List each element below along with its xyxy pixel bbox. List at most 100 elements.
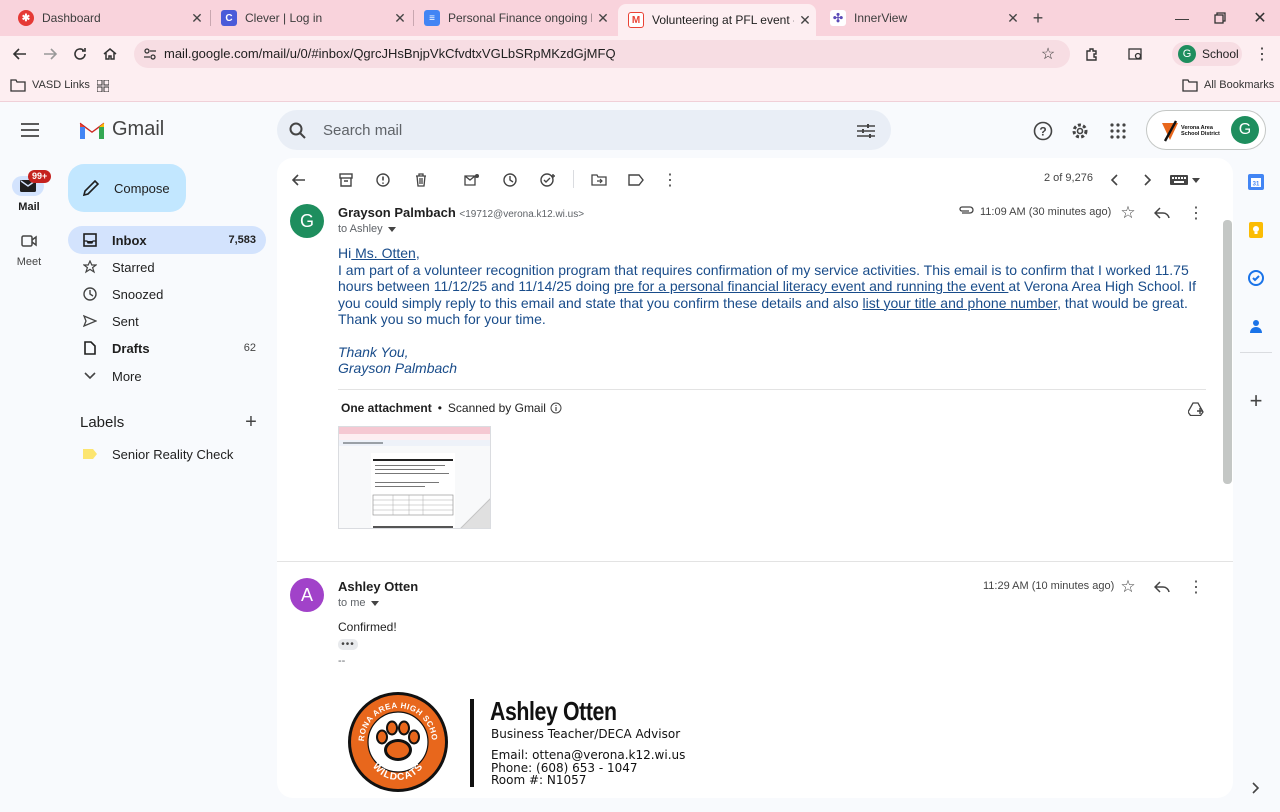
help-icon[interactable]: ?: [1032, 120, 1054, 142]
close-tab-icon[interactable]: ✕: [592, 10, 614, 27]
url-text[interactable]: mail.google.com/mail/u/0/#inbox/QgrcJHsB…: [164, 46, 616, 61]
older-chevron-icon[interactable]: [1138, 170, 1158, 190]
account-avatar: G: [1231, 116, 1259, 144]
clock-icon: [68, 287, 112, 301]
message-more-icon[interactable]: ⋮: [1186, 577, 1206, 597]
add-to-drive-icon[interactable]: [1186, 399, 1206, 419]
message-more-icon[interactable]: ⋮: [1186, 203, 1206, 223]
browser-tab-strip: ✱ Dashboard ✕ C Clever | Log in ✕ ≡ Pers…: [0, 0, 1280, 36]
newer-chevron-icon[interactable]: [1104, 170, 1124, 190]
pagination-text: 2 of 9,276: [1044, 172, 1093, 184]
sidebar-item-snoozed[interactable]: Snoozed: [68, 280, 266, 308]
svg-text:31: 31: [1253, 182, 1260, 188]
new-tab-button[interactable]: +: [1026, 6, 1050, 30]
recipient-details-toggle[interactable]: to Ashley: [338, 223, 396, 235]
search-options-icon[interactable]: [855, 120, 877, 142]
move-to-folder-icon[interactable]: [589, 170, 609, 190]
input-tools-button[interactable]: [1170, 170, 1204, 190]
profile-button[interactable]: G School: [1172, 42, 1242, 66]
tab-clever[interactable]: C Clever | Log in ✕: [211, 4, 411, 32]
create-label-button[interactable]: +: [242, 411, 260, 433]
star-message-icon[interactable]: ☆: [1118, 203, 1138, 223]
sender-avatar[interactable]: A: [290, 578, 324, 612]
back-button[interactable]: [8, 42, 32, 66]
message-scrollbar[interactable]: [1223, 220, 1232, 484]
apps-grid-icon[interactable]: [94, 77, 112, 95]
tab-gmail-active[interactable]: M Volunteering at PFL event - 197 ✕: [618, 4, 816, 36]
sidebar-item-more[interactable]: More: [68, 362, 266, 390]
close-tab-icon[interactable]: ✕: [794, 12, 816, 29]
address-bar[interactable]: mail.google.com/mail/u/0/#inbox/QgrcJHsB…: [134, 40, 1070, 68]
bookmark-vasd-links[interactable]: VASD Links: [10, 78, 90, 92]
get-addons-plus-icon[interactable]: +: [1246, 388, 1266, 413]
close-window-button[interactable]: ✕: [1248, 6, 1272, 30]
close-tab-icon[interactable]: ✕: [389, 10, 411, 27]
calendar-icon[interactable]: 31: [1246, 172, 1266, 192]
bookmark-star-icon[interactable]: ☆: [1038, 44, 1058, 64]
sidebar-item-inbox[interactable]: Inbox 7,583: [68, 226, 266, 254]
unread-badge: 99+: [28, 170, 52, 183]
show-side-panel-chevron-icon[interactable]: [1246, 778, 1266, 798]
reply-icon[interactable]: [1152, 203, 1172, 223]
settings-gear-icon[interactable]: [1069, 120, 1091, 142]
show-trimmed-content-button[interactable]: •••: [338, 639, 358, 650]
sender-name[interactable]: Grayson Palmbach: [338, 205, 456, 220]
snooze-clock-icon[interactable]: [500, 170, 520, 190]
org-logo: Verona Area School District: [1161, 119, 1225, 143]
minimize-window-button[interactable]: —: [1170, 6, 1194, 30]
sidebar-item-sent[interactable]: Sent: [68, 307, 266, 335]
add-to-tasks-icon[interactable]: [538, 170, 558, 190]
label-icon[interactable]: [626, 170, 646, 190]
sidebar-label-senior-reality-check[interactable]: Senior Reality Check: [68, 440, 266, 468]
scanned-by-gmail: Scanned by Gmail: [447, 401, 546, 415]
search-bar[interactable]: Search mail: [277, 110, 891, 150]
close-tab-icon[interactable]: ✕: [1002, 10, 1024, 27]
home-button[interactable]: [98, 42, 122, 66]
more-actions-icon[interactable]: ⋮: [660, 170, 680, 190]
attachment-thumbnail[interactable]: [338, 426, 491, 529]
restore-window-button[interactable]: [1208, 6, 1232, 30]
star-message-icon[interactable]: ☆: [1118, 577, 1138, 597]
search-icon[interactable]: [287, 120, 309, 142]
tab-innerview[interactable]: ✣ InnerView ✕: [820, 4, 1024, 32]
archive-icon[interactable]: [336, 170, 356, 190]
reply-icon[interactable]: [1152, 577, 1172, 597]
tab-title: Volunteering at PFL event - 197: [652, 13, 794, 27]
close-tab-icon[interactable]: ✕: [186, 10, 208, 27]
gmail-logo[interactable]: Gmail: [78, 118, 164, 141]
tab-docs[interactable]: ≡ Personal Finance ongoing log - ✕: [414, 4, 614, 32]
forward-button[interactable]: [38, 42, 62, 66]
google-apps-icon[interactable]: [1107, 120, 1129, 142]
chevron-down-icon: [68, 372, 112, 380]
gmail-logo-text: Gmail: [112, 118, 165, 140]
folder-icon: [10, 79, 26, 92]
report-spam-icon[interactable]: [373, 170, 393, 190]
site-info-icon[interactable]: [140, 44, 160, 64]
contacts-icon[interactable]: [1246, 316, 1266, 336]
all-bookmarks-button[interactable]: All Bookmarks: [1182, 78, 1274, 92]
sidebar-item-drafts[interactable]: Drafts 62: [68, 334, 266, 362]
extensions-icon[interactable]: [1080, 42, 1104, 66]
mark-unread-icon[interactable]: [462, 170, 482, 190]
account-switcher[interactable]: Verona Area School District G: [1146, 110, 1266, 150]
delete-trash-icon[interactable]: [411, 170, 431, 190]
sidebar-item-starred[interactable]: Starred: [68, 253, 266, 281]
tab-search-icon[interactable]: [1124, 42, 1148, 66]
recipient-details-toggle[interactable]: to me: [338, 597, 379, 609]
reload-button[interactable]: [68, 42, 92, 66]
video-camera-icon[interactable]: [18, 232, 40, 250]
sender-avatar[interactable]: G: [290, 204, 324, 238]
rail-mail-button[interactable]: 99+: [12, 170, 52, 196]
back-to-inbox-icon[interactable]: [289, 170, 309, 190]
message-timestamp: 11:09 AM (30 minutes ago): [980, 206, 1112, 218]
tasks-icon[interactable]: [1246, 268, 1266, 288]
wildcats-logo: VERONA AREA HIGH SCHOOL WILDCATS: [346, 690, 450, 794]
rail-meet-label[interactable]: Meet: [0, 256, 58, 268]
compose-button[interactable]: Compose: [68, 164, 186, 212]
browser-menu-icon[interactable]: ⋮: [1252, 42, 1272, 66]
tab-dashboard[interactable]: ✱ Dashboard ✕: [8, 4, 208, 32]
main-menu-icon[interactable]: [16, 118, 44, 142]
search-input[interactable]: Search mail: [323, 122, 402, 139]
sender-name[interactable]: Ashley Otten: [338, 579, 418, 594]
keep-icon[interactable]: [1246, 220, 1266, 240]
